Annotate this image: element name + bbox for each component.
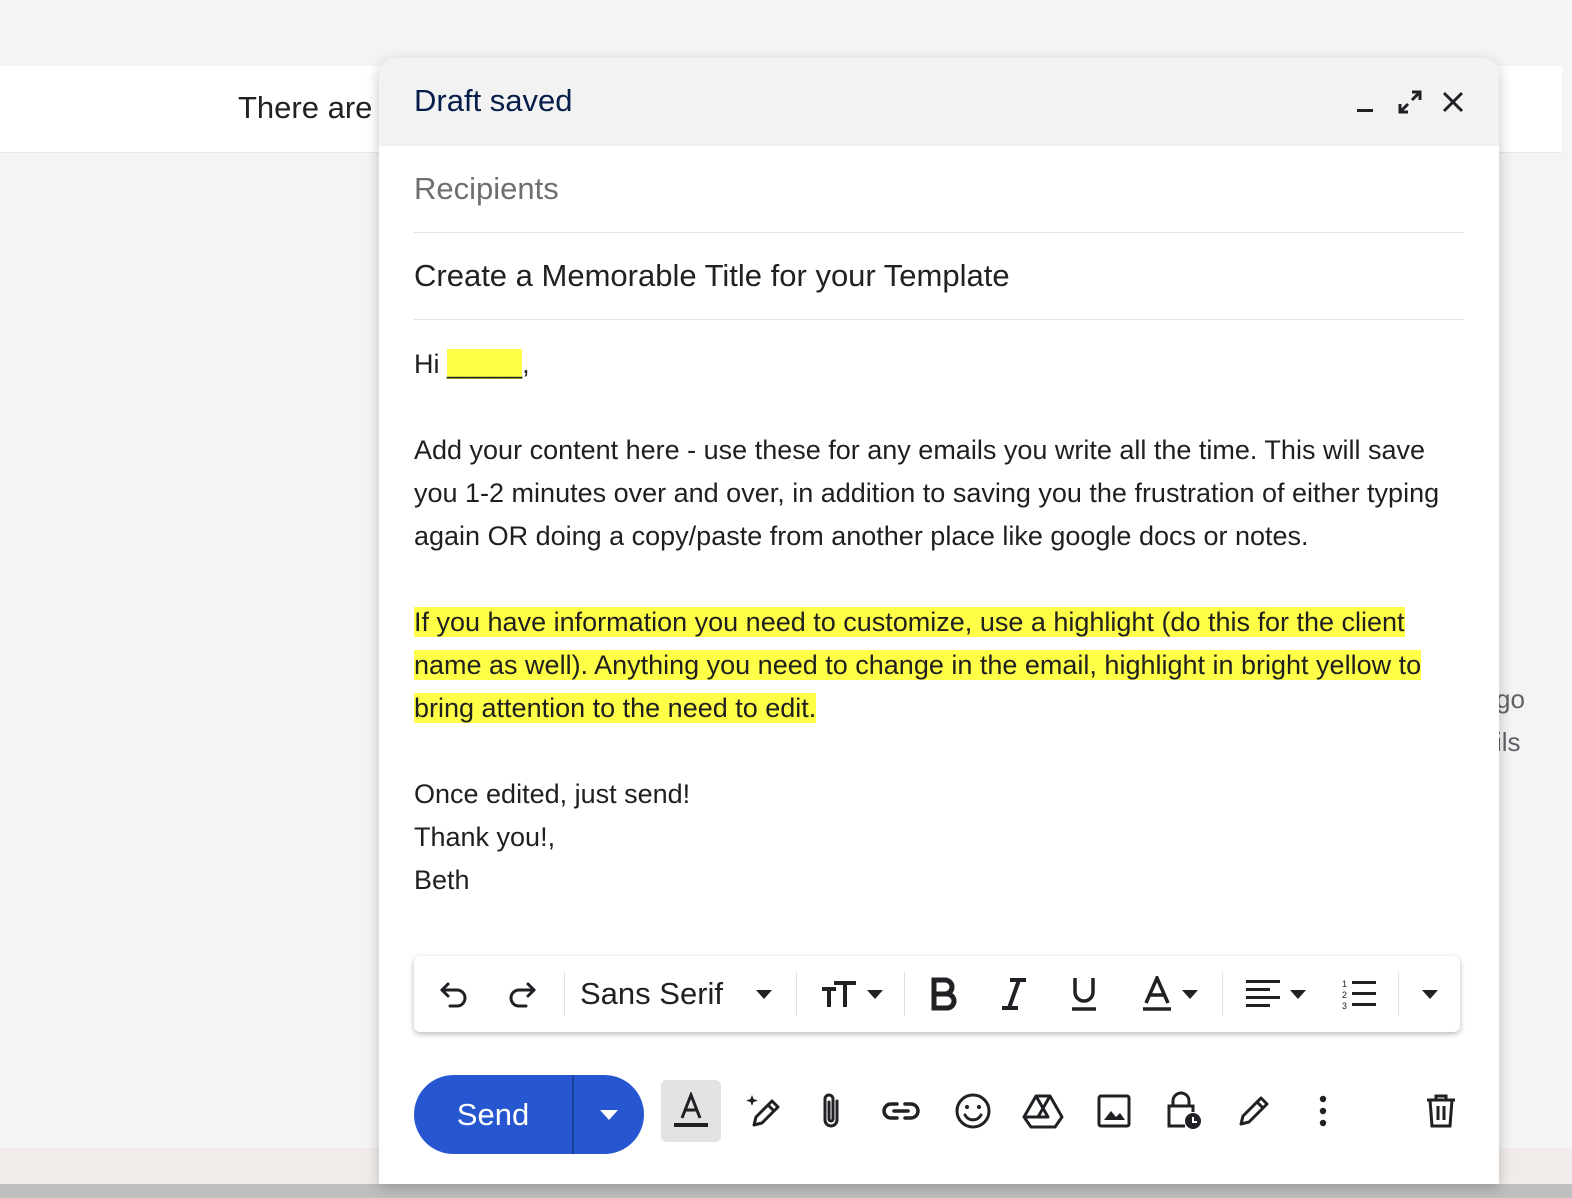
numbered-list-button[interactable]: 1 2 3 bbox=[1336, 956, 1382, 1032]
insert-emoji-button[interactable] bbox=[943, 1080, 1003, 1142]
send-options-button[interactable] bbox=[574, 1075, 644, 1154]
italic-icon bbox=[1002, 978, 1026, 1010]
chevron-down-icon bbox=[867, 990, 883, 999]
formatting-options-icon bbox=[674, 1092, 708, 1127]
align-left-icon bbox=[1246, 980, 1280, 1007]
chevron-down-icon bbox=[1182, 990, 1198, 999]
undo-icon bbox=[440, 982, 467, 1008]
greeting-line: Hi _____, bbox=[414, 343, 1474, 386]
undo-button[interactable] bbox=[432, 956, 476, 1032]
text-color-icon bbox=[1143, 976, 1171, 1011]
body-paragraph-2: If you have information you need to cust… bbox=[414, 601, 1474, 730]
formatting-options-button[interactable] bbox=[661, 1080, 721, 1142]
bold-icon bbox=[931, 977, 957, 1011]
redo-button[interactable] bbox=[500, 956, 544, 1032]
italic-button[interactable] bbox=[992, 956, 1036, 1032]
numbered-list-icon: 1 2 3 bbox=[1342, 979, 1376, 1011]
greeting-prefix: Hi bbox=[414, 349, 447, 379]
send-button[interactable]: Send bbox=[414, 1075, 572, 1154]
confidential-mode-button[interactable] bbox=[1154, 1080, 1214, 1142]
text-color-button[interactable] bbox=[1132, 956, 1208, 1032]
magic-pen-icon bbox=[746, 1095, 780, 1127]
minimize-icon bbox=[1357, 109, 1373, 112]
closing-line-2: Thank you!, bbox=[414, 822, 556, 852]
font-family-label: Sans Serif bbox=[580, 976, 724, 1011]
bold-button[interactable] bbox=[922, 956, 966, 1032]
close-button[interactable] bbox=[1433, 82, 1473, 122]
attach-file-button[interactable] bbox=[801, 1080, 861, 1142]
discard-draft-button[interactable] bbox=[1411, 1080, 1471, 1142]
text-size-icon bbox=[822, 981, 856, 1007]
recipients-field[interactable]: Recipients bbox=[414, 146, 1464, 233]
more-formatting-button[interactable] bbox=[1410, 956, 1450, 1032]
highlighted-text: If you have information you need to cust… bbox=[414, 607, 1422, 723]
help-me-write-button[interactable] bbox=[734, 1080, 794, 1142]
paperclip-icon bbox=[823, 1093, 839, 1128]
closing-line-1: Once edited, just send! bbox=[414, 779, 691, 809]
minimize-button[interactable] bbox=[1345, 82, 1385, 122]
svg-text:1: 1 bbox=[1342, 979, 1347, 989]
pen-icon bbox=[1239, 1096, 1269, 1126]
insert-signature-button[interactable] bbox=[1224, 1080, 1284, 1142]
svg-text:2: 2 bbox=[1342, 990, 1347, 1000]
signature: Beth bbox=[414, 865, 470, 895]
chevron-down-icon bbox=[1422, 990, 1438, 999]
message-body[interactable]: Hi _____, Add your content here - use th… bbox=[414, 343, 1474, 902]
insert-photo-button[interactable] bbox=[1084, 1080, 1144, 1142]
underline-icon bbox=[1072, 978, 1096, 1011]
more-options-button[interactable] bbox=[1293, 1080, 1353, 1142]
background-partial-text-2: ils bbox=[1496, 727, 1521, 757]
background-partial-text-1: go bbox=[1496, 684, 1525, 714]
expand-icon bbox=[1398, 90, 1422, 114]
background-banner-text: There are bbox=[238, 90, 373, 125]
more-vertical-icon bbox=[1319, 1095, 1327, 1127]
trash-icon bbox=[1427, 1094, 1455, 1128]
subject-field[interactable]: Create a Memorable Title for your Templa… bbox=[414, 233, 1464, 320]
drive-icon bbox=[1022, 1094, 1064, 1129]
insert-drive-file-button[interactable] bbox=[1013, 1080, 1073, 1142]
greeting-blank: _____ bbox=[447, 349, 523, 379]
expand-button[interactable] bbox=[1390, 82, 1430, 122]
send-button-group: Send bbox=[414, 1075, 644, 1154]
chevron-down-icon bbox=[756, 990, 773, 999]
font-size-button[interactable] bbox=[812, 956, 892, 1032]
link-icon bbox=[882, 1102, 920, 1120]
align-button[interactable] bbox=[1238, 956, 1314, 1032]
redo-icon bbox=[509, 982, 536, 1008]
compose-title: Draft saved bbox=[414, 83, 573, 118]
lock-clock-icon bbox=[1167, 1091, 1201, 1129]
chevron-down-icon bbox=[600, 1109, 618, 1120]
compose-header[interactable]: Draft saved bbox=[379, 58, 1499, 146]
close-icon bbox=[1442, 91, 1464, 113]
formatting-toolbar: Sans Serif 1 2 3 bbox=[414, 956, 1460, 1032]
background-bottom-bar bbox=[0, 1184, 1572, 1198]
body-paragraph-1: Add your content here - use these for an… bbox=[414, 435, 1440, 551]
underline-button[interactable] bbox=[1062, 956, 1106, 1032]
emoji-icon bbox=[955, 1093, 991, 1129]
greeting-suffix: , bbox=[522, 349, 530, 379]
svg-text:3: 3 bbox=[1342, 1001, 1347, 1011]
chevron-down-icon bbox=[1290, 990, 1306, 999]
compose-window: Draft saved Recipients Create a Memorabl… bbox=[379, 58, 1499, 1184]
insert-link-button[interactable] bbox=[871, 1080, 931, 1142]
image-icon bbox=[1097, 1094, 1131, 1128]
font-family-select[interactable]: Sans Serif bbox=[580, 956, 780, 1032]
